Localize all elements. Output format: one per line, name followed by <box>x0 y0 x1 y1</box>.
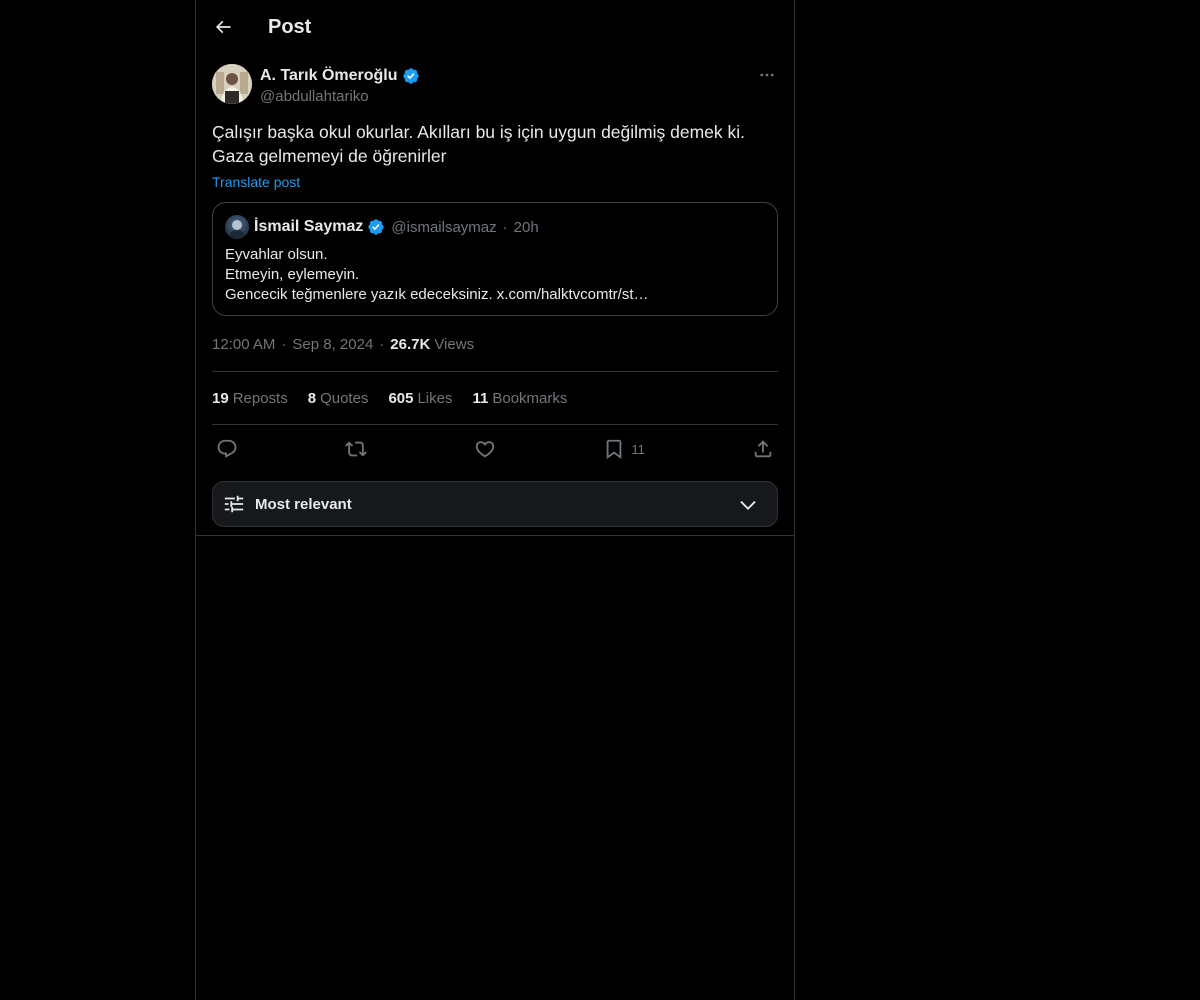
reposts-stat[interactable]: 19 Reposts <box>212 390 288 407</box>
sliders-icon <box>224 495 244 513</box>
quote-author-name: İsmail Saymaz <box>254 218 364 235</box>
post-text: Çalışır başka okul okurlar. Akılları bu … <box>212 122 746 166</box>
quote-line: Etmeyin, eylemeyin. <box>225 266 360 283</box>
back-button[interactable] <box>212 16 234 38</box>
quotes-label: Quotes <box>320 389 369 407</box>
author-meta: A. Tarık Ömeroğlu @abdullahtariko <box>260 64 420 107</box>
quote-body: Eyvahlar olsun. Etmeyin, eylemeyin. Genc… <box>225 245 765 305</box>
verified-badge-icon <box>402 67 420 85</box>
quote-header: İsmail Saymaz @ismailsaymaz · 20h <box>225 215 765 239</box>
bookmarks-label: Bookmarks <box>492 389 568 407</box>
quote-line: Gencecik teğmenlere yazık edeceksiniz. x… <box>225 286 649 303</box>
page-title: Post <box>268 15 312 38</box>
actions-row: 11 <box>212 425 778 473</box>
reply-icon <box>217 439 237 458</box>
author-row: A. Tarık Ömeroğlu @abdullahtariko <box>212 64 778 106</box>
quote-author-handle: @ismailsaymaz <box>391 218 497 236</box>
quoted-post[interactable]: İsmail Saymaz @ismailsaymaz · 20h Eyvahl… <box>212 202 778 316</box>
header: Post <box>196 0 794 54</box>
sort-replies-dropdown[interactable]: Most relevant <box>212 481 778 527</box>
quote-time: 20h <box>513 218 539 236</box>
quote-line: Eyvahlar olsun. <box>225 246 328 263</box>
meta-separator: · <box>379 335 385 353</box>
author-name[interactable]: A. Tarık Ömeroğlu <box>260 67 398 85</box>
chevron-down-icon <box>740 500 756 510</box>
author-handle[interactable]: @abdullahtariko <box>260 87 420 107</box>
views-label: Views <box>434 335 475 353</box>
avatar[interactable] <box>212 64 252 104</box>
name-line: A. Tarık Ömeroğlu <box>260 65 420 87</box>
translate-post-link[interactable]: Translate post <box>212 172 300 192</box>
repost-icon <box>345 441 368 457</box>
bookmarks-stat[interactable]: 11 Bookmarks <box>473 390 568 407</box>
like-button[interactable] <box>474 438 496 460</box>
stats-row: 19 Reposts 8 Quotes 605 Likes 11 Bookmarks <box>212 372 778 425</box>
reposts-label: Reposts <box>232 389 288 407</box>
share-button[interactable] <box>752 438 774 460</box>
sort-label: Most relevant <box>255 495 352 513</box>
divider <box>196 535 794 536</box>
share-icon <box>754 440 772 458</box>
post: A. Tarık Ömeroğlu @abdullahtariko Çalışı… <box>196 64 794 536</box>
quotes-stat[interactable]: 8 Quotes <box>308 390 369 407</box>
views-count: 26.7K <box>390 335 431 353</box>
arrow-left-icon <box>215 20 231 34</box>
likes-stat[interactable]: 605 Likes <box>388 390 452 407</box>
post-time[interactable]: 12:00 AM <box>212 336 275 353</box>
more-options-button[interactable] <box>756 64 778 86</box>
avatar-image <box>212 64 252 104</box>
heart-icon <box>476 441 495 458</box>
quote-separator: · <box>502 218 508 236</box>
main-column: Post A. Tarık Ömeroğlu @abdullahtariko Ç… <box>195 0 795 1000</box>
quote-verified-badge-icon <box>367 218 385 236</box>
meta-separator: · <box>281 335 287 353</box>
reply-button[interactable] <box>216 438 238 460</box>
bookmark-count: 11 <box>631 441 645 457</box>
reposts-count: 19 <box>212 389 229 407</box>
bookmarks-count: 11 <box>472 389 489 407</box>
repost-button[interactable] <box>345 438 368 460</box>
post-date[interactable]: Sep 8, 2024 <box>292 336 373 353</box>
quotes-count: 8 <box>307 389 317 407</box>
quote-avatar <box>225 215 249 239</box>
post-meta: 12:00 AM · Sep 8, 2024 · 26.7K Views <box>212 333 778 372</box>
likes-label: Likes <box>417 389 453 407</box>
bookmark-icon <box>607 439 622 460</box>
more-icon <box>760 73 774 77</box>
bookmark-button[interactable]: 11 <box>603 438 645 460</box>
likes-count: 605 <box>388 389 414 407</box>
